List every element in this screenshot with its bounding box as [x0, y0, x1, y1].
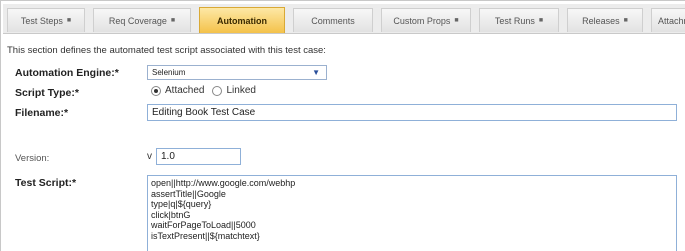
tab-req-coverage[interactable]: Req Coverage ■ [93, 8, 191, 32]
test-script-textarea[interactable]: open||http://www.google.com/webhp assert… [147, 175, 677, 251]
tab-label: Req Coverage [108, 15, 167, 26]
tab-comments[interactable]: Comments [293, 8, 373, 32]
tab-test-steps[interactable]: Test Steps ■ [7, 8, 85, 32]
radio-attached[interactable] [151, 85, 161, 96]
tab-indicator-icon: ■ [66, 17, 72, 24]
automation-engine-label: Automation Engine:* [15, 67, 119, 79]
tab-custom-props[interactable]: Custom Props ■ [381, 8, 471, 32]
tab-releases[interactable]: Releases ■ [567, 8, 643, 32]
radio-linked-label: Linked [226, 85, 256, 96]
tab-label: Comments [311, 15, 355, 26]
radio-attached-label: Attached [165, 85, 205, 96]
tab-automation[interactable]: Automation [199, 7, 285, 33]
version-field[interactable]: 1.0 [156, 148, 241, 165]
tab-label: Automation [217, 15, 267, 26]
tab-label: Attachm [658, 15, 685, 26]
radio-linked[interactable] [212, 85, 223, 96]
automation-engine-value: Selenium [152, 68, 186, 77]
script-line: assertTitle||Google [151, 188, 226, 199]
version-label: Version: [15, 153, 50, 164]
automation-engine-select[interactable]: Selenium ▼ [147, 65, 327, 80]
script-line: type|q|${query} [151, 199, 212, 209]
dropdown-arrow-icon[interactable]: ▼ [312, 68, 320, 77]
tab-attachments[interactable]: Attachm [651, 8, 685, 32]
filename-label: Filename:* [15, 107, 69, 119]
tab-bar: Test Steps ■ Req Coverage ■ Automation C… [3, 4, 685, 34]
tab-indicator-icon: ■ [538, 17, 544, 24]
script-line: click|btnG [151, 209, 191, 220]
script-line: waitForPageToLoad||5000 [151, 220, 256, 230]
version-prefix: v [147, 151, 152, 162]
script-type-label: Script Type:* [15, 87, 79, 99]
script-type-radio-group: Attached Linked [151, 85, 256, 96]
tab-label: Test Steps [20, 15, 63, 26]
script-line: isTextPresent||${matchtext} [151, 230, 260, 241]
section-description: This section defines the automated test … [7, 45, 326, 56]
filename-field[interactable]: Editing Book Test Case [147, 104, 677, 121]
tab-test-runs[interactable]: Test Runs ■ [479, 8, 559, 32]
tab-label: Test Runs [494, 15, 535, 26]
tab-label: Custom Props [393, 15, 451, 26]
automation-panel: Test Steps ■ Req Coverage ■ Automation C… [0, 0, 685, 251]
test-script-label: Test Script:* [15, 177, 77, 189]
tab-indicator-icon: ■ [623, 17, 628, 24]
tab-indicator-icon: ■ [454, 17, 459, 24]
tab-indicator-icon: ■ [170, 17, 176, 24]
script-line: open||http://www.google.com/webhp [151, 178, 296, 188]
tab-label: Releases [582, 15, 620, 26]
